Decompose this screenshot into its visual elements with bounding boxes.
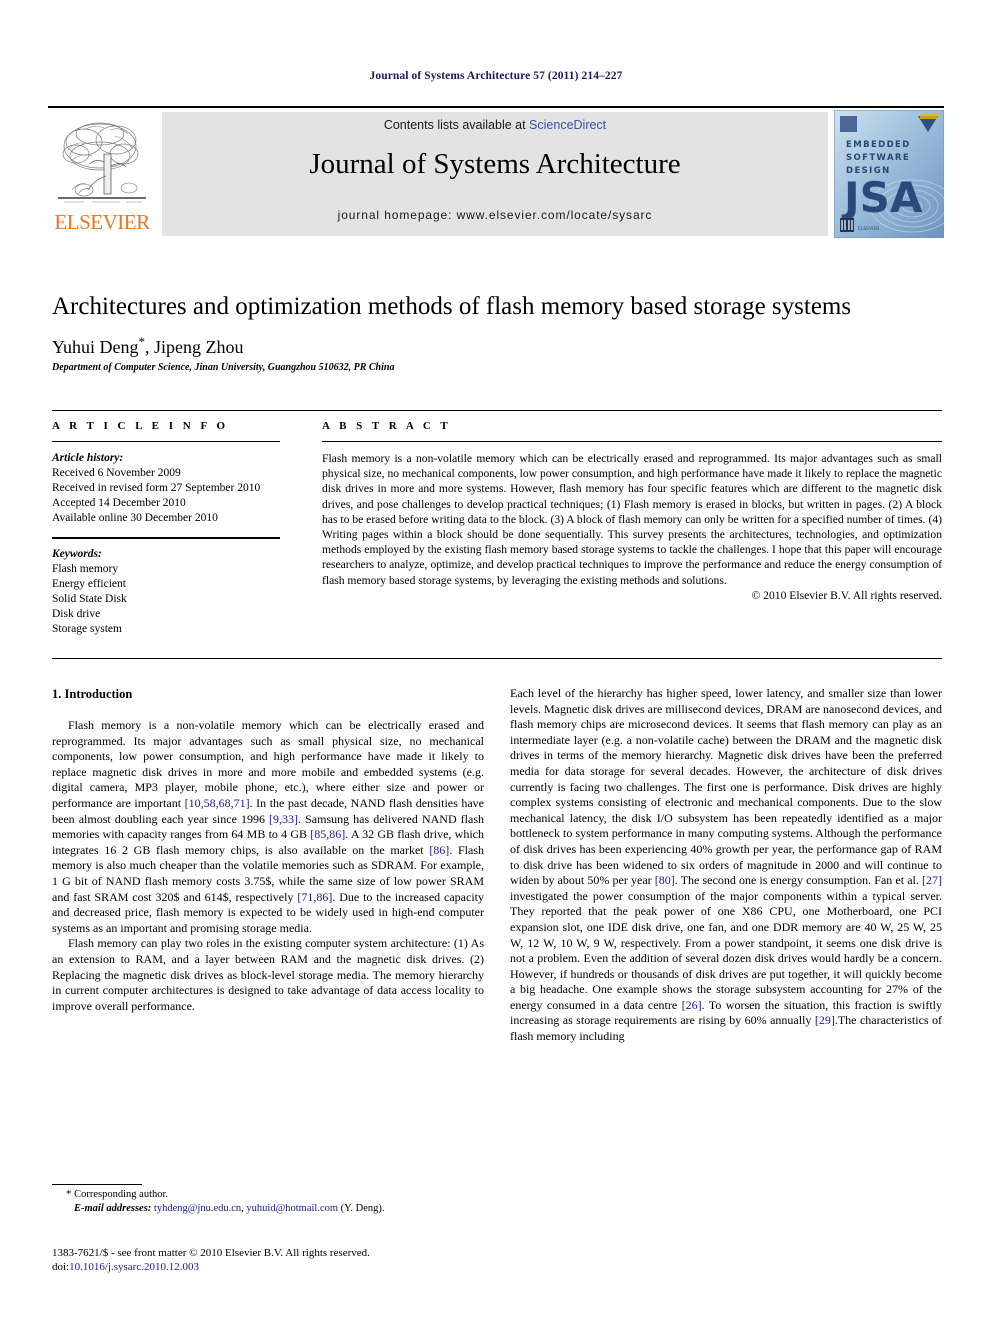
doi-label: doi: — [52, 1261, 70, 1273]
footnote-rule — [52, 1184, 142, 1185]
body-paragraph: Flash memory is a non-volatile memory wh… — [52, 718, 485, 935]
svg-text:ELSEVIER: ELSEVIER — [858, 226, 879, 232]
email-link-2[interactable]: yuhuid@hotmail.com — [246, 1203, 338, 1214]
article-info-block: A R T I C L E I N F O Article history: R… — [52, 420, 280, 637]
keywords-label: Keywords: — [52, 548, 102, 560]
body-section-top-rule — [52, 658, 942, 659]
author-name-1: Yuhui Deng — [52, 337, 139, 357]
contents-lists-line: Contents lists available at ScienceDirec… — [162, 118, 828, 132]
journal-banner: Contents lists available at ScienceDirec… — [162, 112, 828, 236]
email-link-1[interactable]: tyhdeng@jnu.edu.cn — [154, 1203, 241, 1214]
abstract-block: A B S T R A C T Flash memory is a non-vo… — [322, 420, 942, 603]
article-authors: Yuhui Deng*, Jipeng Zhou — [52, 334, 942, 358]
email-addresses-label: E-mail addresses: — [74, 1202, 152, 1214]
keywords-rule — [52, 537, 280, 539]
journal-title: Journal of Systems Architecture — [309, 148, 681, 180]
author-affiliation: Department of Computer Science, Jinan Un… — [52, 362, 395, 373]
email-addresses-line: E-mail addresses: tyhdeng@jnu.edu.cn, yu… — [52, 1202, 484, 1216]
keyword-item: Energy efficient — [52, 578, 126, 590]
article-info-heading: A R T I C L E I N F O — [52, 420, 229, 432]
email-attribution: (Y. Deng). — [340, 1202, 385, 1214]
body-column-right: Each level of the hierarchy has higher s… — [510, 686, 942, 1045]
asterisk-icon: * — [66, 1188, 72, 1200]
history-item: Available online 30 December 2010 — [52, 512, 218, 524]
doi-line: doi:10.1016/j.sysarc.2010.12.003 — [52, 1260, 552, 1274]
sciencedirect-link[interactable]: ScienceDirect — [529, 118, 606, 132]
history-item: Accepted 14 December 2010 — [52, 497, 186, 509]
cover-line-2: SOFTWARE — [846, 153, 910, 163]
article-title: Architectures and optimization methods o… — [52, 293, 852, 320]
abstract-heading: A B S T R A C T — [322, 420, 452, 432]
history-item: Received 6 November 2009 — [52, 467, 181, 479]
cover-line-1: EMBEDDED — [846, 140, 911, 150]
author-name-2: , Jipeng Zhou — [145, 337, 244, 357]
elsevier-wordmark: ELSEVIER — [54, 210, 150, 234]
abstract-text: Flash memory is a non-volatile memory wh… — [322, 452, 942, 587]
corresponding-author-note: * Corresponding author. — [52, 1188, 484, 1202]
running-head: Journal of Systems Architecture 57 (2011… — [369, 70, 623, 82]
cover-acronym: JSA — [841, 173, 923, 222]
journal-homepage-link[interactable]: journal homepage: www.elsevier.com/locat… — [162, 208, 828, 222]
elsevier-tree-icon — [54, 116, 150, 208]
article-info-rule — [52, 441, 280, 442]
article-history-label: Article history: — [52, 452, 124, 464]
journal-cover-image: EMBEDDED SOFTWARE DESIGN JSA ELSEVIER — [833, 109, 955, 239]
journal-article-page: Journal of Systems Architecture 57 (2011… — [0, 0, 992, 1323]
info-section-top-rule — [52, 410, 942, 411]
doi-link[interactable]: 10.1016/j.sysarc.2010.12.003 — [69, 1261, 199, 1273]
abstract-rule — [322, 441, 942, 442]
body-column-left: 1. Introduction Flash memory is a non-vo… — [52, 686, 484, 1014]
keyword-item: Flash memory — [52, 563, 119, 575]
section-heading-introduction: 1. Introduction — [52, 687, 133, 701]
corresponding-author-text: Corresponding author. — [74, 1189, 169, 1200]
history-item: Received in revised form 27 September 20… — [52, 482, 261, 494]
keyword-item: Disk drive — [52, 608, 101, 620]
footnote-block: * Corresponding author. E-mail addresses… — [52, 1188, 484, 1215]
masthead-top-rule — [48, 106, 944, 108]
body-paragraph: Flash memory can play two roles in the e… — [52, 936, 484, 1013]
keyword-item: Storage system — [52, 623, 122, 635]
body-paragraph: Each level of the hierarchy has higher s… — [510, 686, 943, 1044]
elsevier-logo: ELSEVIER — [48, 110, 156, 238]
journal-masthead: ELSEVIER Contents lists available at Sci… — [48, 109, 955, 239]
abstract-copyright: © 2010 Elsevier B.V. All rights reserved… — [751, 588, 942, 602]
issn-copyright-line: 1383-7621/$ - see front matter © 2010 El… — [52, 1247, 370, 1259]
contents-lists-prefix: Contents lists available at — [383, 118, 530, 132]
imprint-block: 1383-7621/$ - see front matter © 2010 El… — [52, 1246, 552, 1274]
keyword-item: Solid State Disk — [52, 593, 127, 605]
